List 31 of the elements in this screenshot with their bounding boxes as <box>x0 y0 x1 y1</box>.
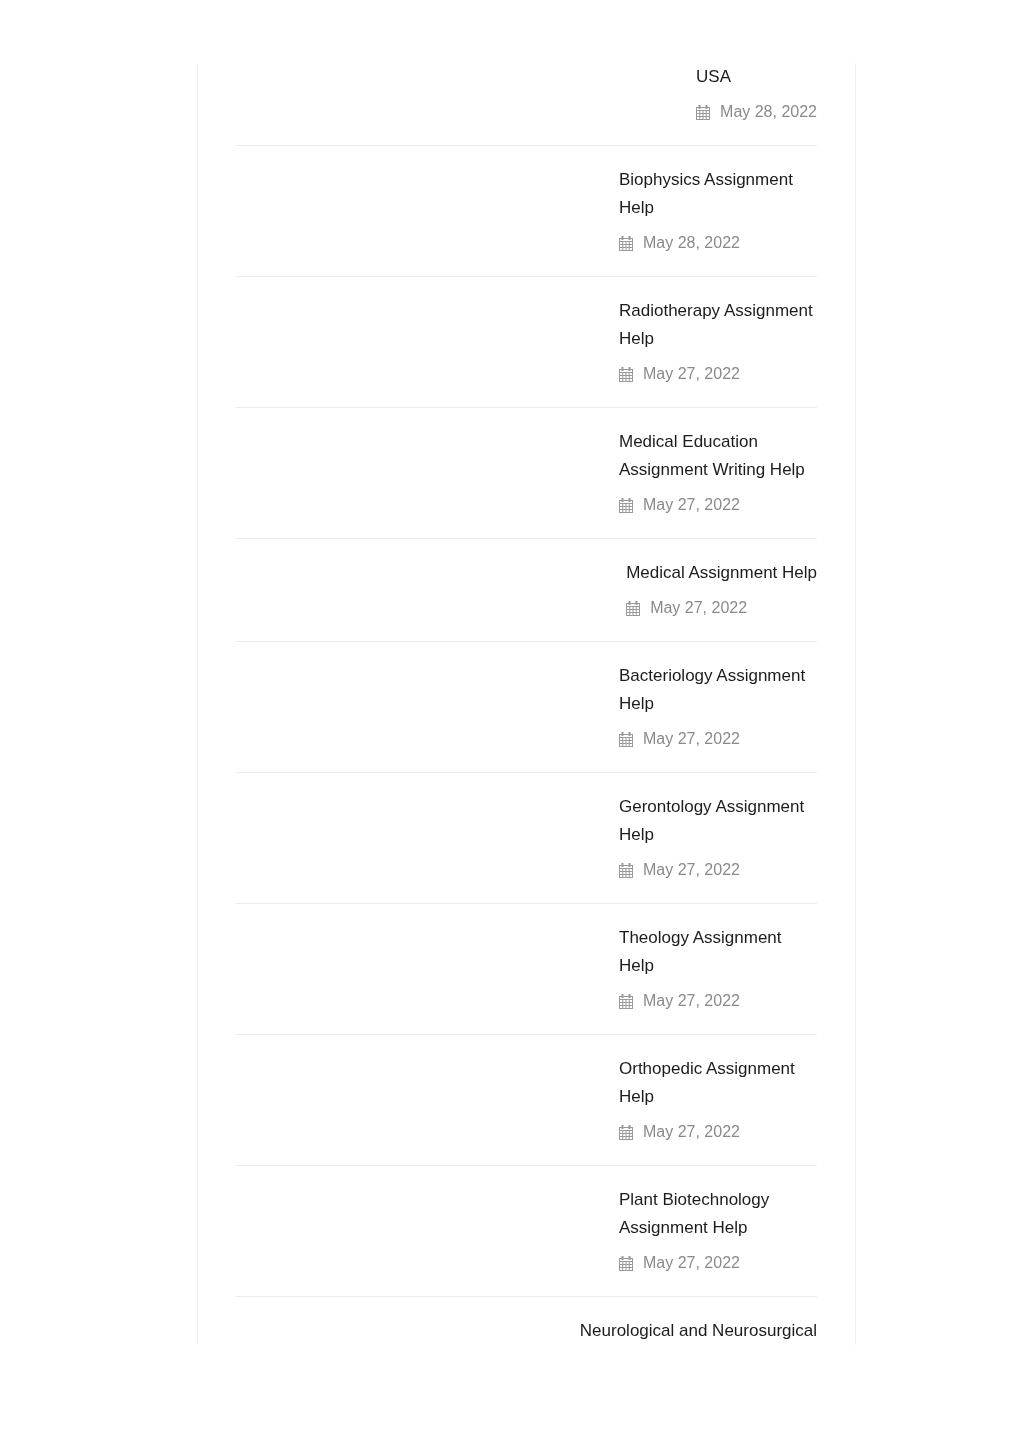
post-title-link[interactable]: Neurological and Neurosurgical <box>579 1317 817 1345</box>
post-date: May 27, 2022 <box>643 495 740 515</box>
calendar-icon <box>619 366 633 382</box>
post-title-link[interactable]: Radiotherapy Assignment Help <box>619 297 817 353</box>
calendar-icon <box>619 993 633 1009</box>
post-title-link[interactable]: Orthopedic Assignment Help <box>619 1055 817 1111</box>
post-date: May 27, 2022 <box>643 1122 740 1142</box>
calendar-icon <box>619 235 633 251</box>
post-title-link[interactable]: Biophysics Assignment Help <box>619 166 817 222</box>
calendar-icon <box>619 1255 633 1271</box>
calendar-icon <box>619 497 633 513</box>
post-date: May 27, 2022 <box>643 364 740 384</box>
post-date: May 28, 2022 <box>720 102 817 122</box>
post-title-link[interactable]: Bacteriology Assignment Help <box>619 662 817 718</box>
calendar-icon <box>619 862 633 878</box>
post-date: May 27, 2022 <box>643 860 740 880</box>
post-title-link[interactable]: Gerontology Assignment Help <box>619 793 817 849</box>
post-title-link[interactable]: USA <box>696 63 731 91</box>
post-date: May 27, 2022 <box>643 991 740 1011</box>
calendar-icon <box>619 1124 633 1140</box>
post-title-link[interactable]: Theology Assignment Help <box>619 924 817 980</box>
calendar-icon <box>626 600 641 616</box>
post-date: May 27, 2022 <box>643 1253 740 1273</box>
post-date: May 28, 2022 <box>643 233 740 253</box>
post-date: May 27, 2022 <box>643 729 740 749</box>
calendar-icon <box>619 731 633 747</box>
post-title-link[interactable]: Medical Assignment Help <box>626 559 817 587</box>
post-title-link[interactable]: Medical Education Assignment Writing Help <box>619 428 817 484</box>
post-title-link[interactable]: Plant Biotechnology Assignment Help <box>619 1186 817 1242</box>
post-date: May 27, 2022 <box>650 598 748 618</box>
calendar-icon <box>696 104 711 120</box>
